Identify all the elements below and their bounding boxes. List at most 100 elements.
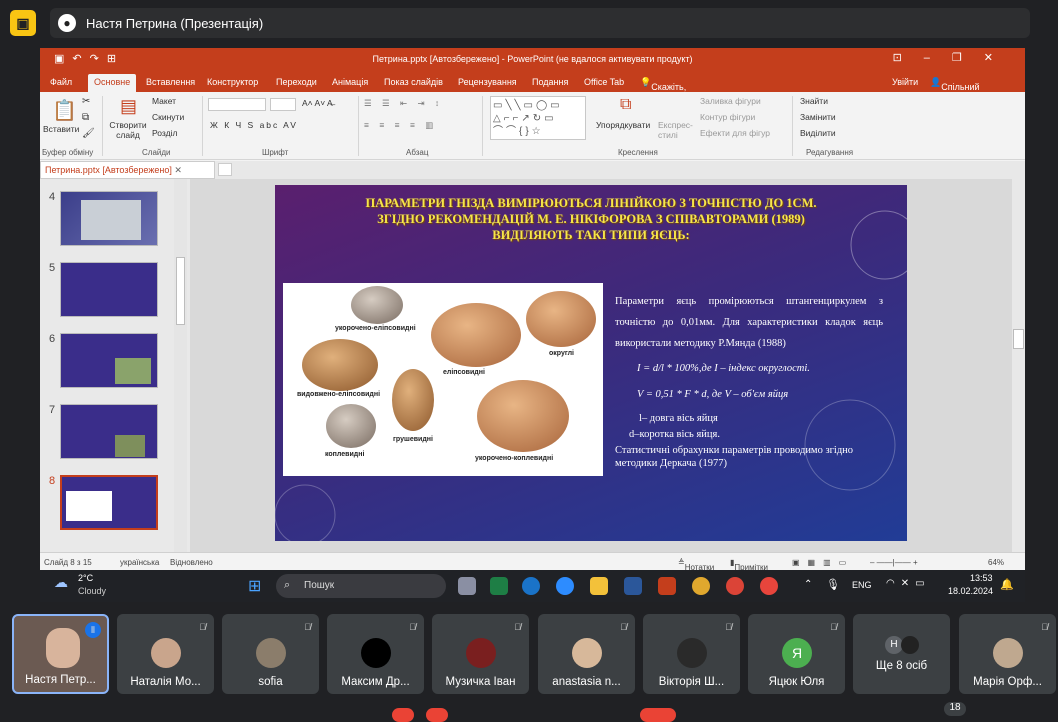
scrollbar-thumb[interactable]	[1013, 329, 1024, 349]
quick-styles-button[interactable]: Експрес-стилі	[658, 120, 694, 140]
view-buttons[interactable]: ▣▦▥▭	[792, 558, 854, 567]
shape-fill-button[interactable]: Заливка фігури	[700, 96, 761, 106]
font-grow-shrink-icons[interactable]: A˄ A˅ A̶	[302, 98, 333, 108]
login-link[interactable]: Увійти	[892, 77, 918, 87]
start-icon[interactable]: ⊞	[248, 576, 261, 596]
search-input[interactable]: Пошук	[276, 574, 446, 598]
list-buttons[interactable]: ☰ ☰ ⇤ ⇥ ↕	[364, 98, 443, 109]
zoom-slider[interactable]: – ——|—— +	[870, 558, 918, 567]
cut-icon[interactable]: ✂	[82, 96, 90, 107]
tab-view[interactable]: Подання	[532, 77, 568, 87]
select-button[interactable]: Виділити	[800, 128, 836, 138]
excel-icon[interactable]	[490, 577, 508, 595]
tab-home[interactable]: Основне	[88, 74, 137, 92]
tab-insert[interactable]: Вставлення	[146, 77, 195, 87]
paste-icon[interactable]: 📋	[52, 98, 77, 123]
comments-button[interactable]: ▮ Примітки	[730, 558, 768, 572]
clock-date[interactable]: 18.02.2024	[948, 586, 993, 596]
powerpoint-icon[interactable]	[658, 577, 676, 595]
replace-button[interactable]: Замінити	[800, 112, 836, 122]
tab-office-tab[interactable]: Office Tab	[584, 77, 624, 87]
thumb-slide-8[interactable]	[60, 475, 158, 530]
clock-time[interactable]: 13:53	[970, 573, 993, 583]
format-painter-icon[interactable]: 🖌	[82, 128, 95, 139]
explorer-icon[interactable]	[590, 577, 608, 595]
tab-design[interactable]: Конструктор	[207, 77, 258, 87]
participant-avatar	[466, 638, 496, 668]
shapes-gallery[interactable]: ▭╲╲▭◯▭ △⌐⌐↗↻▭ ⌒⌒{}☆	[490, 96, 586, 140]
section-button[interactable]: Розділ	[152, 128, 177, 138]
tab-animations[interactable]: Анімація	[332, 77, 368, 87]
document-tab[interactable]: Петрина.pptx [Автозбережено] ✕	[40, 161, 215, 179]
thumb-slide-4[interactable]	[60, 191, 158, 246]
tab-review[interactable]: Рецензування	[458, 77, 517, 87]
participant-tile[interactable]: 🎙̸ Я Яцюк Юля	[748, 614, 845, 694]
language-indicator[interactable]: ENG	[852, 580, 872, 590]
shape-effects-button[interactable]: Ефекти для фігур	[700, 128, 770, 138]
more-participants-tile[interactable]: Н Ще 8 осіб	[853, 614, 950, 694]
find-button[interactable]: Знайти	[800, 96, 828, 106]
new-slide-icon[interactable]: ▤	[120, 96, 137, 117]
mic-icon[interactable]: 🎙	[826, 578, 840, 591]
edge-icon[interactable]	[522, 577, 540, 595]
zoom-level[interactable]: 64%	[988, 558, 1004, 567]
thumb-slide-5[interactable]	[60, 262, 158, 317]
participant-name: anastasia n...	[552, 676, 621, 688]
camera-toggle-button[interactable]	[426, 708, 448, 722]
tab-transitions[interactable]: Переходи	[276, 77, 317, 87]
paste-button[interactable]: Вставити	[43, 124, 79, 134]
chrome-icon[interactable]	[760, 577, 778, 595]
arrange-button[interactable]: Упорядкувати	[596, 120, 650, 130]
font-name-input[interactable]	[208, 98, 266, 111]
mic-toggle-button[interactable]	[392, 708, 414, 722]
participant-tile[interactable]: 🎙̸ Марія Орф...	[959, 614, 1056, 694]
tab-close-icon[interactable]: ✕	[174, 165, 182, 175]
participant-tile[interactable]: 🎙̸ Музичка Іван	[432, 614, 529, 694]
arrange-icon[interactable]: ⧉	[620, 96, 631, 114]
ribbon-tabs: Файл Основне Вставлення Конструктор Пере…	[40, 72, 1025, 122]
tab-file[interactable]: Файл	[50, 77, 72, 87]
mic-off-icon: 🎙̸	[304, 622, 311, 632]
egg-label: коплевидні	[325, 451, 365, 458]
participant-tile[interactable]: ⦀ Настя Петр...	[12, 614, 109, 694]
participant-tile[interactable]: 🎙̸ anastasia n...	[538, 614, 635, 694]
zoom-icon[interactable]	[556, 577, 574, 595]
participant-tile[interactable]: 🎙̸ Вікторія Ш...	[643, 614, 740, 694]
language[interactable]: українська	[120, 558, 159, 567]
slide-counter: Слайд 8 з 15	[44, 558, 92, 567]
chrome-icon[interactable]	[692, 577, 710, 595]
tell-me-box[interactable]: 💡 Скажіть, що потрібно зробити...	[640, 77, 692, 122]
layout-button[interactable]: Макет	[152, 96, 176, 106]
tray-chevron-icon[interactable]: ⌃	[804, 579, 812, 590]
participants-count-badge[interactable]: 18	[944, 702, 966, 716]
thumbnail-scrollbar[interactable]	[174, 179, 187, 552]
tray-icons[interactable]: ◠✕▭	[886, 578, 931, 589]
egg-label: грушевидні	[393, 436, 433, 443]
scrollbar-thumb[interactable]	[176, 257, 185, 325]
thumb-slide-7[interactable]	[60, 404, 158, 459]
notes-button[interactable]: ≜ Нотатки	[678, 558, 714, 572]
reset-button[interactable]: Скинути	[152, 112, 184, 122]
participant-tile[interactable]: 🎙̸ Наталія Мо...	[117, 614, 214, 694]
chrome-icon[interactable]	[726, 577, 744, 595]
taskview-icon[interactable]	[458, 577, 476, 595]
word-icon[interactable]	[624, 577, 642, 595]
slide-scrollbar[interactable]	[1012, 179, 1025, 552]
thumb-slide-6[interactable]	[60, 333, 158, 388]
font-size-input[interactable]	[270, 98, 296, 111]
presentation-icon[interactable]: ▣	[10, 10, 36, 36]
new-slide-button[interactable]: Створити слайд	[106, 120, 150, 140]
shape-outline-button[interactable]: Контур фігури	[700, 112, 755, 122]
tab-slideshow[interactable]: Показ слайдів	[384, 77, 443, 87]
participant-tile[interactable]: 🎙̸ sofia	[222, 614, 319, 694]
current-slide[interactable]: ПАРАМЕТРИ ГНІЗДА ВИМІРЮЮТЬСЯ ЛІНІЙКОЮ З …	[275, 185, 907, 541]
align-buttons[interactable]: ≡ ≡ ≡ ≡ ▥	[364, 120, 437, 131]
participant-tile[interactable]: 🎙̸ Максим Др...	[327, 614, 424, 694]
new-tab-button[interactable]	[218, 163, 232, 176]
copy-icon[interactable]: ⧉	[82, 112, 89, 123]
share-button[interactable]: 👤 Спільний доступ	[930, 77, 980, 102]
font-style-buttons[interactable]: Ж К Ч S abc AV	[210, 120, 298, 130]
leave-call-button[interactable]	[640, 708, 676, 722]
window-controls[interactable]: ⊡–❐✕	[893, 51, 1015, 64]
notification-icon[interactable]: 🔔	[1000, 578, 1014, 591]
